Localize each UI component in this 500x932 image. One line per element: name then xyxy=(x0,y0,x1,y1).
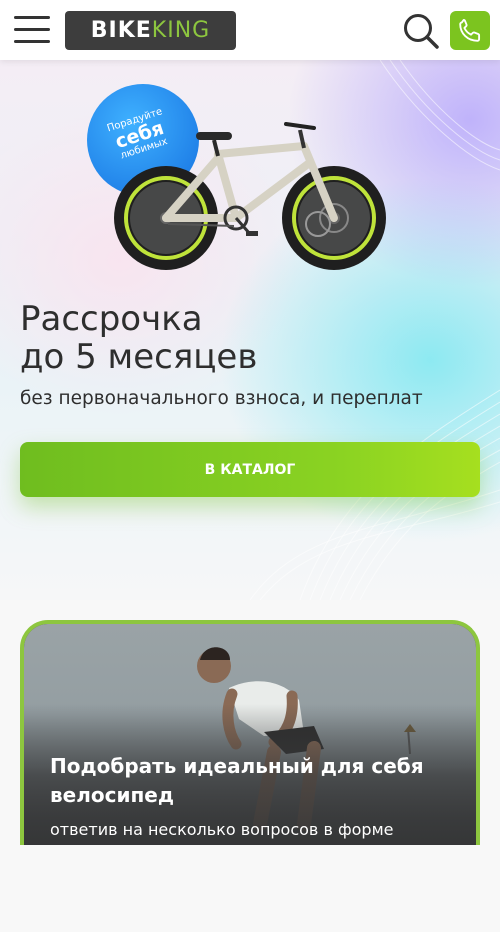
fatbike-image xyxy=(114,122,386,270)
card-subtitle: ответив на несколько вопросов в форме xyxy=(50,820,394,839)
site-header: BIKE KING xyxy=(0,0,500,60)
search-icon[interactable] xyxy=(402,12,440,50)
phone-call-button[interactable] xyxy=(450,11,490,50)
bikeking-logo[interactable]: BIKE KING xyxy=(65,11,236,50)
catalog-button[interactable]: В КАТАЛОГ xyxy=(20,442,480,497)
hero-banner: Порадуйте себя любимых Рассрочка до 5 ме… xyxy=(0,60,500,600)
bike-quiz-card[interactable]: Подобрать идеальный для себя велосипед о… xyxy=(20,620,480,860)
hero-title: Рассрочка до 5 месяцев xyxy=(20,299,258,377)
card-title: Подобрать идеальный для себя велосипед xyxy=(50,754,424,807)
hamburger-menu-icon[interactable] xyxy=(14,14,52,46)
phone-icon xyxy=(459,18,481,42)
page-background xyxy=(0,845,500,932)
hero-subtitle: без первоначального взноса, и переплат xyxy=(20,388,423,409)
